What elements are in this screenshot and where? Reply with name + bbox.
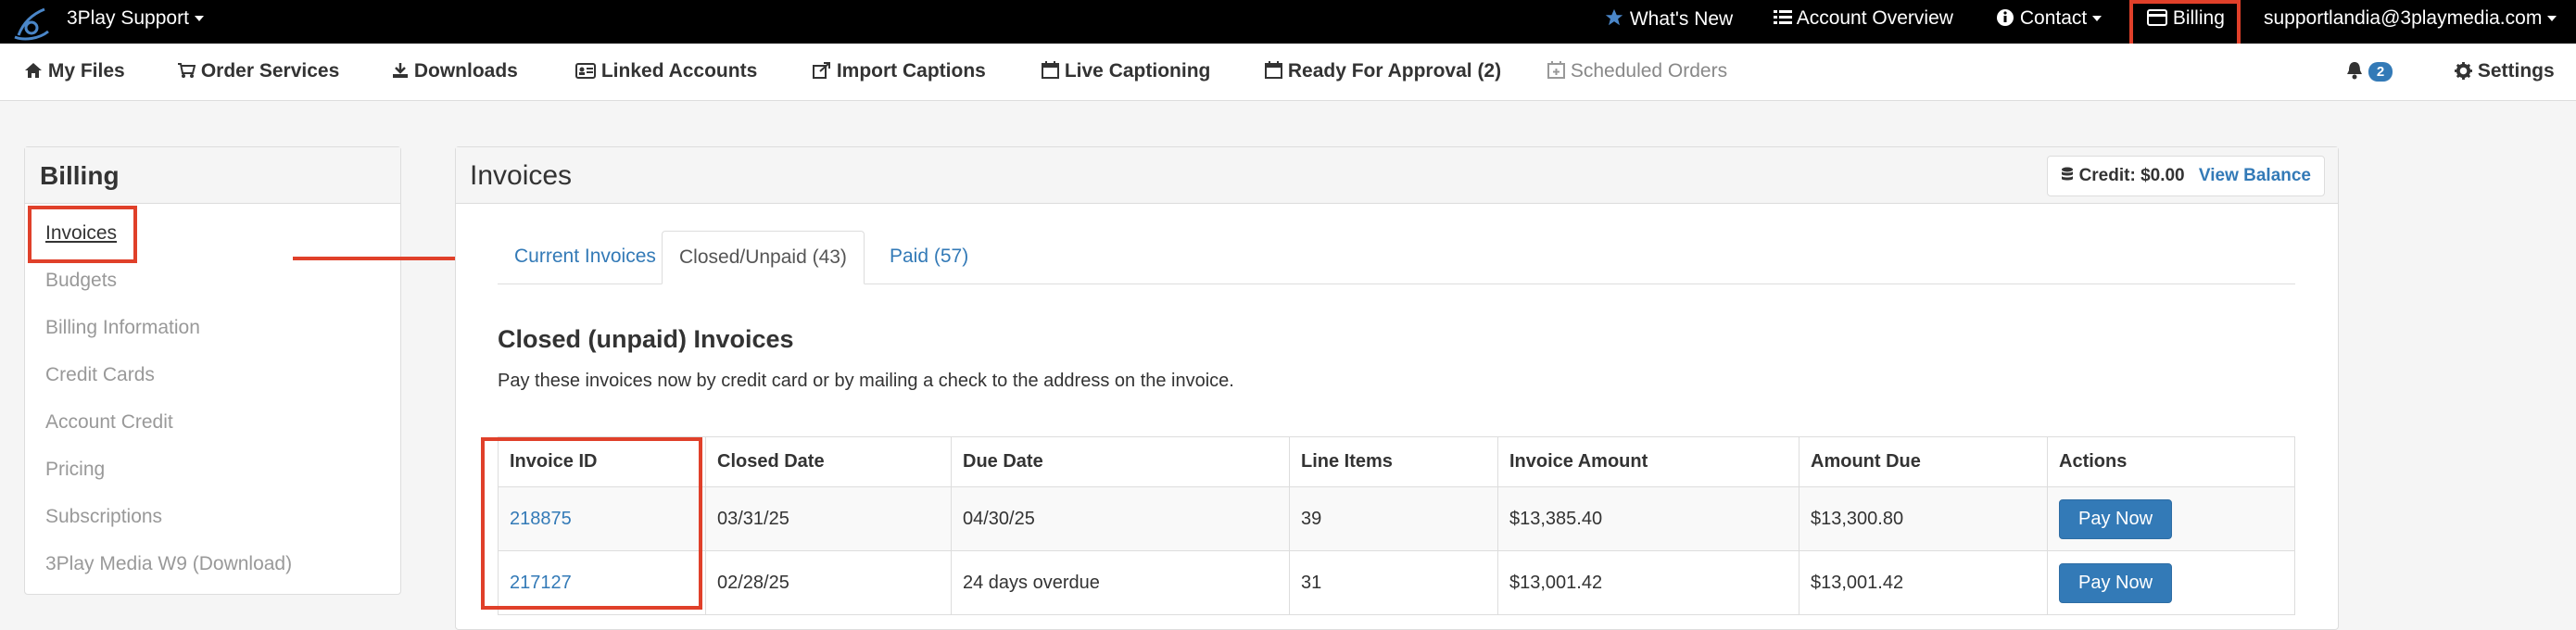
home-icon (25, 63, 42, 78)
due-date-cell: 24 days overdue (951, 550, 1290, 615)
external-link-icon (813, 62, 830, 79)
invoice-amount-cell: $13,001.42 (1497, 550, 1799, 615)
user-menu[interactable]: supportlandia@3playmedia.com (2264, 7, 2557, 30)
section-description: Pay these invoices now by credit card or… (498, 371, 1234, 391)
cart-icon (178, 63, 196, 78)
main-navbar: My Files Order Services Downloads Linked… (0, 44, 2576, 101)
column-header-amount-due[interactable]: Amount Due (1799, 436, 2048, 487)
nav-ready-for-approval[interactable]: Ready For Approval (2) (1265, 60, 1501, 82)
whats-new-link[interactable]: What's New (1604, 7, 1733, 31)
sidebar-item-w9-download[interactable]: 3Play Media W9 (Download) (45, 553, 292, 575)
tab-current-invoices[interactable]: Current Invoices (498, 231, 673, 283)
gear-icon (2455, 62, 2472, 80)
sidebar-item-credit-cards[interactable]: Credit Cards (45, 364, 155, 386)
view-balance-link[interactable]: View Balance (2199, 166, 2311, 185)
panel-header: Invoices Credit: $0.00 View Balance (456, 147, 2338, 204)
nav-scheduled-orders[interactable]: Scheduled Orders (1547, 60, 1727, 82)
nav-linked-accounts[interactable]: Linked Accounts (575, 60, 757, 82)
line-items-cell: 39 (1289, 486, 1498, 551)
sidebar-item-billing-information[interactable]: Billing Information (45, 317, 200, 339)
pay-now-button[interactable]: Pay Now (2059, 562, 2173, 603)
nav-my-files[interactable]: My Files (24, 60, 125, 82)
account-switcher[interactable]: 3Play Support (67, 7, 204, 30)
sidebar-item-pricing[interactable]: Pricing (45, 459, 105, 481)
column-header-line-items[interactable]: Line Items (1289, 436, 1498, 487)
closed-date-cell: 03/31/25 (705, 486, 952, 551)
column-header-actions: Actions (2047, 436, 2295, 487)
sidebar-item-budgets[interactable]: Budgets (45, 270, 117, 292)
credit-amount: Credit: $0.00 (2078, 166, 2185, 185)
page-title: Invoices (470, 160, 573, 191)
notification-badge: 2 (2368, 61, 2393, 82)
section-title: Closed (unpaid) Invoices (498, 325, 794, 353)
database-icon (2062, 167, 2074, 181)
due-date-cell: 04/30/25 (951, 486, 1290, 551)
nav-import-captions[interactable]: Import Captions (813, 60, 986, 82)
notifications-button[interactable]: 2 (2346, 60, 2393, 82)
column-header-invoice-amount[interactable]: Invoice Amount (1497, 436, 1799, 487)
column-header-closed-date[interactable]: Closed Date (705, 436, 952, 487)
account-overview-link[interactable]: Account Overview (1774, 7, 1953, 30)
id-card-icon (575, 63, 596, 79)
calendar-icon (1265, 61, 1282, 79)
nav-order-services[interactable]: Order Services (177, 60, 339, 82)
star-icon (1605, 8, 1623, 26)
column-header-due-date[interactable]: Due Date (951, 436, 1290, 487)
table-header-row: Invoice ID Closed Date Due Date Line Ite… (498, 436, 2295, 487)
chevron-down-icon (2092, 16, 2102, 22)
pay-now-button[interactable]: Pay Now (2059, 498, 2173, 539)
invoices-panel: Invoices Credit: $0.00 View Balance Curr… (455, 146, 2339, 630)
calendar-icon (1042, 61, 1059, 79)
tab-paid[interactable]: Paid (57) (873, 231, 985, 283)
invoices-table: Invoice ID Closed Date Due Date Line Ite… (498, 436, 2295, 615)
bell-icon (2347, 62, 2362, 80)
billing-highlight-box (2129, 0, 2241, 49)
sidebar-title: Billing (25, 147, 400, 204)
contact-dropdown[interactable]: Contact (1996, 7, 2102, 30)
amount-due-cell: $13,300.80 (1799, 486, 2048, 551)
info-icon (1997, 9, 2014, 26)
invoice-amount-cell: $13,385.40 (1497, 486, 1799, 551)
invoice-tabs: Current Invoices Closed/Unpaid (43) Paid… (498, 231, 2295, 284)
logo-icon[interactable] (11, 4, 52, 41)
chevron-down-icon (2547, 16, 2557, 22)
download-icon (393, 63, 408, 78)
list-icon (1774, 10, 1792, 24)
nav-settings[interactable]: Settings (2455, 60, 2555, 82)
nav-downloads[interactable]: Downloads (392, 60, 518, 82)
table-row: 217127 02/28/25 24 days overdue 31 $13,0… (498, 550, 2295, 615)
amount-due-cell: $13,001.42 (1799, 550, 2048, 615)
sidebar-item-subscriptions[interactable]: Subscriptions (45, 506, 162, 528)
line-items-cell: 31 (1289, 550, 1498, 615)
table-row: 218875 03/31/25 04/30/25 39 $13,385.40 $… (498, 486, 2295, 551)
calendar-plus-icon (1547, 61, 1565, 79)
closed-date-cell: 02/28/25 (705, 550, 952, 615)
tab-closed-unpaid[interactable]: Closed/Unpaid (43) (662, 231, 865, 284)
invoices-highlight-box (28, 206, 137, 263)
annotation-arrow (293, 247, 480, 270)
sidebar-item-account-credit[interactable]: Account Credit (45, 411, 173, 434)
nav-live-captioning[interactable]: Live Captioning (1042, 60, 1210, 82)
invoice-id-highlight-box (481, 437, 702, 610)
credit-balance-widget: Credit: $0.00 View Balance (2047, 156, 2325, 196)
chevron-down-icon (194, 16, 204, 22)
